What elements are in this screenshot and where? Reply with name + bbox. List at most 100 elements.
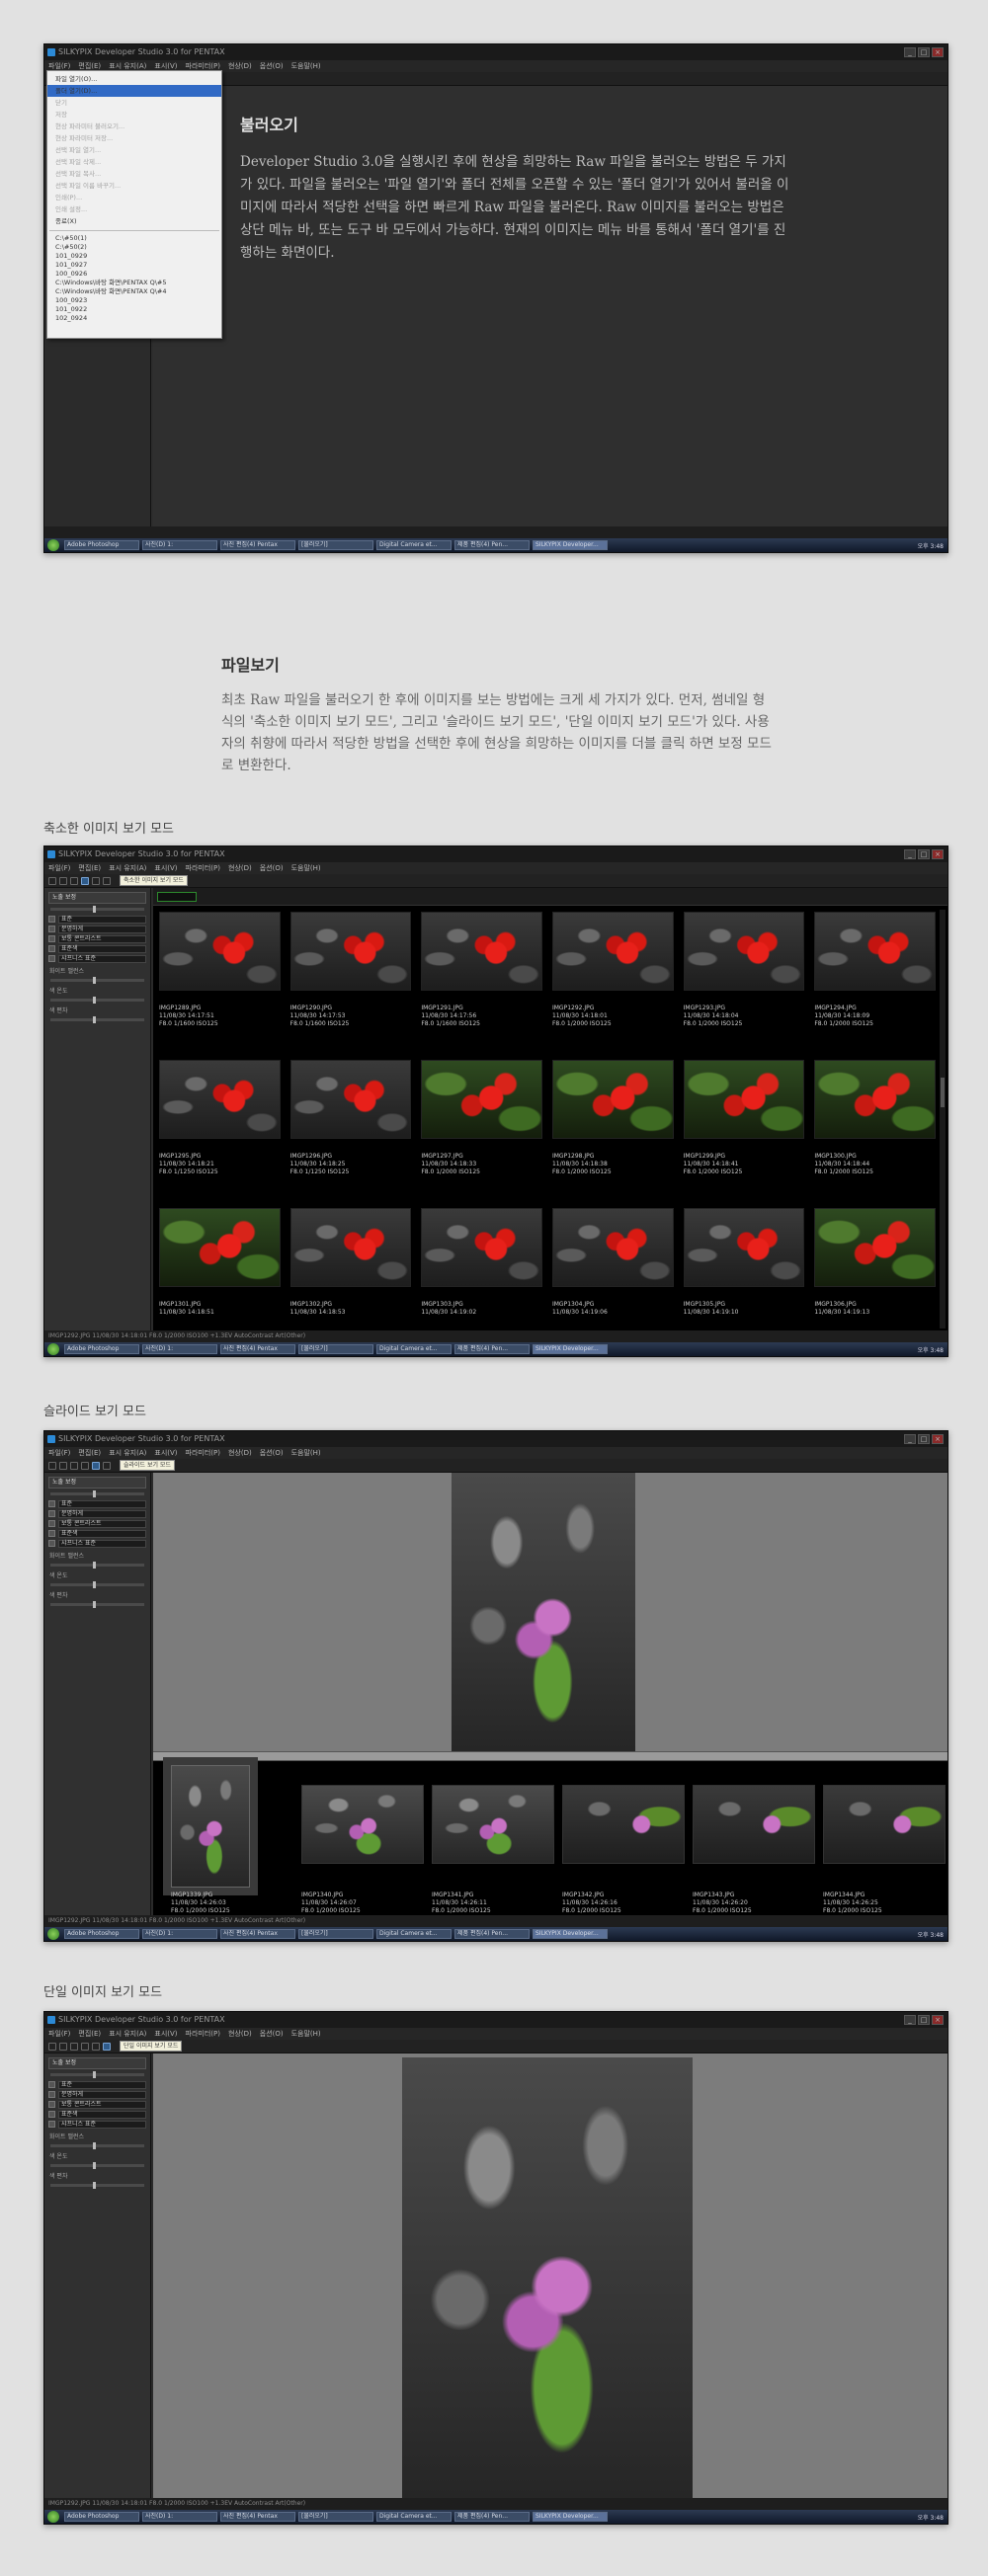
- minimize-icon[interactable]: _: [904, 849, 916, 859]
- thumbnail-image[interactable]: [159, 912, 281, 991]
- menu-item[interactable]: 표시(V): [154, 1447, 177, 1459]
- taskbar-item[interactable]: 사진 편집(4) Pentax: [220, 540, 295, 550]
- thumbnail-image[interactable]: [421, 1208, 542, 1287]
- thumbnail[interactable]: IMGP1299.JPG 11/08/30 14:18:41 F8.0 1/20…: [683, 1060, 805, 1208]
- menu-item[interactable]: 편집(E): [78, 2028, 101, 2040]
- taskbar-item[interactable]: SILKYPIX Developer...: [533, 540, 608, 550]
- slide-view-icon[interactable]: [92, 876, 100, 885]
- menu-item[interactable]: 파일(F): [48, 862, 70, 874]
- recent-folder-item[interactable]: C:\Windows\바탕 화면\PENTAX Q\#5: [47, 279, 221, 287]
- thumbnail[interactable]: IMGP1289.JPG 11/08/30 14:17:51 F8.0 1/16…: [159, 912, 281, 1060]
- single-view-icon[interactable]: [103, 2042, 111, 2051]
- panel-row[interactable]: 표준색: [48, 944, 146, 953]
- strip-thumbnail[interactable]: [693, 1785, 815, 1864]
- close-icon[interactable]: ×: [932, 849, 944, 859]
- color-temp-slider[interactable]: [50, 997, 144, 1004]
- taskbar-item[interactable]: 사진(D) 1:: [142, 1929, 217, 1939]
- menu-item[interactable]: 현상(D): [228, 862, 252, 874]
- thumbnail-image[interactable]: [159, 1208, 281, 1287]
- wb-slider[interactable]: [50, 977, 144, 984]
- panel-row[interactable]: 분명하게: [48, 2090, 146, 2099]
- recent-folder-item[interactable]: 100_0926: [47, 270, 221, 279]
- taskbar-item[interactable]: SILKYPIX Developer...: [533, 1929, 608, 1939]
- panel-row[interactable]: 보통 콘트라스트: [48, 2100, 146, 2109]
- thumbnail[interactable]: IMGP1296.JPG 11/08/30 14:18:25 F8.0 1/12…: [289, 1060, 412, 1208]
- taskbar-item[interactable]: [불러오기]: [298, 1344, 373, 1354]
- exposure-slider[interactable]: [50, 1490, 144, 1497]
- strip-thumbnail[interactable]: [562, 1785, 685, 1864]
- menu-item[interactable]: 현상(D): [228, 1447, 252, 1459]
- tool-icon[interactable]: [48, 2042, 56, 2051]
- thumbnail-image[interactable]: [159, 1060, 281, 1139]
- taskbar-item[interactable]: [불러오기]: [298, 2512, 373, 2522]
- thumbnail-image[interactable]: [421, 912, 542, 991]
- recent-folder-item[interactable]: C:\#50(1): [47, 234, 221, 243]
- file-menu-item[interactable]: 선택 파일 이름 바꾸기...: [47, 180, 221, 192]
- thumbnail-image[interactable]: [814, 1208, 936, 1287]
- thumbnail[interactable]: IMGP1291.JPG 11/08/30 14:17:56 F8.0 1/16…: [421, 912, 542, 1060]
- folder-box[interactable]: [157, 892, 197, 902]
- thumbnail[interactable]: IMGP1293.JPG 11/08/30 14:18:04 F8.0 1/20…: [683, 912, 805, 1060]
- panel-row[interactable]: 샤프니스 표준: [48, 2120, 146, 2129]
- taskbar-item[interactable]: 사진(D) 1:: [142, 2512, 217, 2522]
- taskbar-item[interactable]: 사진 편집(4) Pentax: [220, 1929, 295, 1939]
- panel-row[interactable]: 보통 콘트라스트: [48, 1519, 146, 1528]
- tool-icon[interactable]: [70, 2042, 78, 2051]
- thumbnail-image[interactable]: [289, 1060, 412, 1139]
- close-icon[interactable]: ×: [932, 1434, 944, 1444]
- taskbar-item[interactable]: 제품 편집(4) Pen...: [454, 1929, 530, 1939]
- panel-row[interactable]: 분명하게: [48, 1509, 146, 1518]
- menu-item[interactable]: 파라미터(P): [186, 1447, 220, 1459]
- thumbnail-image[interactable]: [814, 912, 936, 991]
- menu-item[interactable]: 옵션(O): [260, 862, 284, 874]
- thumbnail[interactable]: IMGP1297.JPG 11/08/30 14:18:33 F8.0 1/20…: [421, 1060, 542, 1208]
- wb-slider[interactable]: [50, 2142, 144, 2149]
- tint-slider[interactable]: [50, 1601, 144, 1608]
- tool-icon[interactable]: [59, 876, 67, 885]
- thumbnail-image[interactable]: [289, 1208, 412, 1287]
- thumbnail-image[interactable]: [551, 912, 674, 991]
- taskbar-item[interactable]: Adobe Photoshop: [64, 1929, 139, 1939]
- thumbnail-image[interactable]: [814, 1060, 936, 1139]
- taskbar-item[interactable]: Digital Camera et...: [376, 1344, 452, 1354]
- single-view-icon[interactable]: [103, 1461, 111, 1470]
- tool-icon[interactable]: [59, 2042, 67, 2051]
- menu-item[interactable]: 도움말(H): [291, 2028, 321, 2040]
- preview-image[interactable]: [452, 1473, 635, 1751]
- taskbar-item[interactable]: 제품 편집(4) Pen...: [454, 1344, 530, 1354]
- taskbar-item[interactable]: 사진(D) 1:: [142, 540, 217, 550]
- panel-row[interactable]: 표준: [48, 2080, 146, 2089]
- menu-item[interactable]: 편집(E): [78, 1447, 101, 1459]
- wb-slider[interactable]: [50, 1562, 144, 1569]
- menu-item[interactable]: 파일(F): [48, 2028, 70, 2040]
- taskbar-item[interactable]: Adobe Photoshop: [64, 2512, 139, 2522]
- tint-slider[interactable]: [50, 2182, 144, 2189]
- menu-item[interactable]: 표시(V): [154, 2028, 177, 2040]
- tool-icon[interactable]: [59, 1461, 67, 1470]
- taskbar-item[interactable]: [불러오기]: [298, 540, 373, 550]
- file-menu-item[interactable]: 인쇄 설정...: [47, 203, 221, 215]
- menu-item[interactable]: 도움말(H): [291, 60, 321, 72]
- file-menu-item[interactable]: 저장: [47, 109, 221, 121]
- taskbar-item[interactable]: 제품 편집(4) Pen...: [454, 2512, 530, 2522]
- start-button[interactable]: [47, 1343, 59, 1355]
- menu-item[interactable]: 현상(D): [228, 60, 252, 72]
- slide-view-icon[interactable]: [92, 1461, 100, 1470]
- maximize-icon[interactable]: □: [918, 2015, 930, 2025]
- thumbnail-image[interactable]: [551, 1060, 674, 1139]
- thumbnail-view-icon[interactable]: [81, 1461, 89, 1470]
- file-menu-item[interactable]: 선택 파일 복사...: [47, 168, 221, 180]
- scrollbar[interactable]: [940, 910, 946, 1328]
- start-button[interactable]: [47, 2511, 59, 2523]
- thumbnail-image[interactable]: [421, 1060, 542, 1139]
- tool-icon[interactable]: [48, 876, 56, 885]
- menu-item[interactable]: 파라미터(P): [186, 862, 220, 874]
- file-menu-item[interactable]: 현상 파라미터 불러오기...: [47, 121, 221, 132]
- taskbar-item[interactable]: [불러오기]: [298, 1929, 373, 1939]
- taskbar-item[interactable]: SILKYPIX Developer...: [533, 1344, 608, 1354]
- thumbnail[interactable]: IMGP1294.JPG 11/08/30 14:18:09 F8.0 1/20…: [814, 912, 936, 1060]
- slide-divider[interactable]: [153, 1751, 947, 1761]
- recent-folder-item[interactable]: 102_0924: [47, 314, 221, 323]
- menu-item[interactable]: 옵션(O): [260, 2028, 284, 2040]
- thumbnail[interactable]: IMGP1298.JPG 11/08/30 14:18:38 F8.0 1/20…: [551, 1060, 674, 1208]
